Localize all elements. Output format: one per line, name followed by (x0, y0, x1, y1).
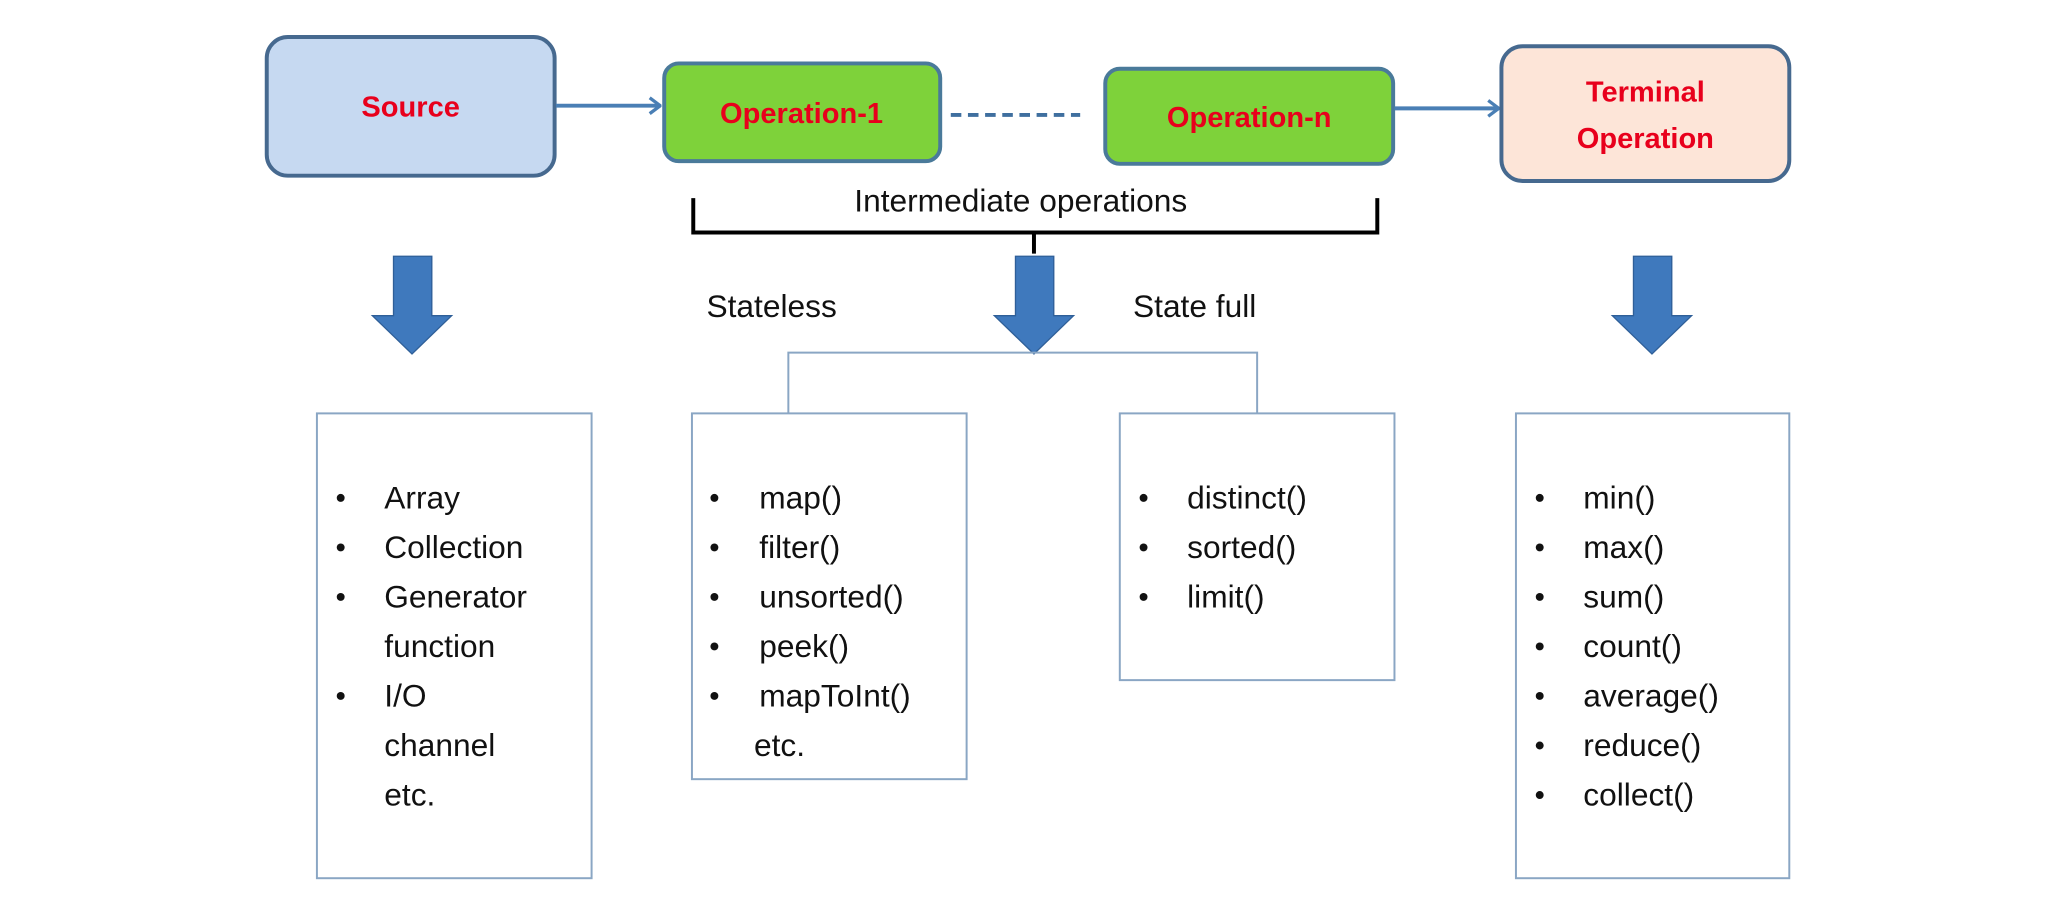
bullet-icon (336, 692, 345, 700)
terminal-list-item: collect() (1583, 777, 1694, 813)
source-list-item: etc. (384, 777, 435, 813)
source-list-item: Generator (384, 579, 527, 615)
source-list-item: I/O (384, 678, 426, 714)
terminal-list-item: max() (1583, 529, 1664, 565)
down-arrow-icon (1610, 255, 1694, 355)
terminal-list-item: min() (1583, 479, 1655, 515)
stateful-list-item: sorted() (1187, 529, 1296, 565)
bullet-icon (1139, 543, 1148, 552)
down-arrow-icon (370, 255, 454, 355)
terminal-node: Terminal Operation (1499, 44, 1792, 183)
operation-1-node: Operation-1 (662, 61, 943, 164)
stateless-list-item: map() (759, 479, 842, 515)
source-label: Source (361, 91, 459, 123)
bullet-icon (1139, 592, 1148, 601)
bullet-icon (710, 493, 719, 502)
terminal-list-item: count() (1583, 628, 1682, 664)
stateless-list-item: etc. (754, 727, 805, 763)
source-list-item: function (384, 628, 495, 664)
bullet-icon (336, 543, 345, 552)
operation-1-label: Operation-1 (720, 98, 883, 130)
operation-n-label: Operation-n (1167, 102, 1332, 134)
bullet-icon (336, 493, 345, 502)
source-list-item: channel (384, 727, 495, 763)
down-arrow-icon (992, 255, 1076, 355)
source-node: Source (264, 35, 557, 178)
bullet-icon (710, 642, 719, 651)
stateful-list-item: limit() (1187, 579, 1264, 615)
source-list-item: Collection (384, 529, 523, 565)
terminal-list-item: reduce() (1583, 727, 1701, 763)
stateful-list-item: distinct() (1187, 479, 1307, 515)
terminal-list-item: average() (1583, 678, 1719, 714)
bullet-icon (710, 692, 719, 700)
bullet-icon (710, 592, 719, 601)
stream-pipeline-diagram: Source Operation-1 Operation-n Terminal … (264, 35, 1792, 880)
terminal-label-line1: Terminal (1586, 77, 1705, 109)
stateless-label: Stateless (706, 288, 836, 324)
bullet-icon (1535, 592, 1544, 601)
bullet-icon (1535, 741, 1544, 750)
bullet-icon (1535, 543, 1544, 552)
terminal-label-line2: Operation (1577, 123, 1714, 155)
bullet-icon (1139, 493, 1148, 502)
stateless-list-item: unsorted() (759, 579, 903, 615)
stateless-list-item: peek() (759, 628, 849, 664)
bullet-icon (1535, 791, 1544, 799)
intermediate-operations-label: Intermediate operations (854, 182, 1187, 218)
stateless-list-item: mapToInt() (759, 678, 910, 714)
bullet-icon (1535, 642, 1544, 651)
split-connector (787, 351, 1259, 414)
bullet-icon (710, 543, 719, 552)
bullet-icon (1535, 692, 1544, 700)
source-list-item: Array (384, 479, 460, 515)
bullet-icon (336, 592, 345, 601)
operation-n-node: Operation-n (1103, 66, 1396, 166)
terminal-list-item: sum() (1583, 579, 1664, 615)
stateless-list-item: filter() (759, 529, 840, 565)
bullet-icon (1535, 493, 1544, 502)
stateful-label: State full (1133, 288, 1256, 324)
